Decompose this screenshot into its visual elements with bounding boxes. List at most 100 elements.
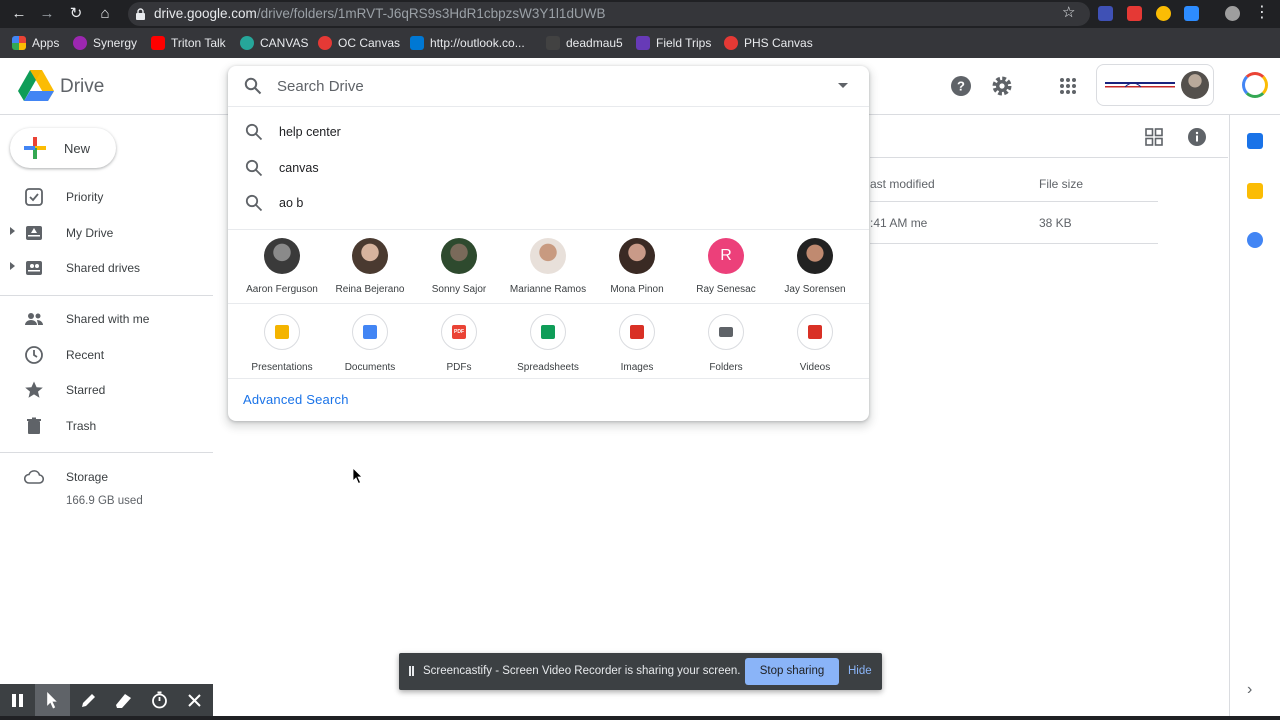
- sidebar-item-storage[interactable]: Storage: [0, 460, 213, 494]
- screen-bottom-edge: [0, 716, 1280, 720]
- file-row-modified[interactable]: :41 AM me: [870, 216, 927, 230]
- filter-presentations[interactable]: Presentations: [238, 312, 326, 373]
- keep-icon[interactable]: [1247, 183, 1263, 199]
- sidebar-item-priority[interactable]: Priority: [0, 180, 213, 214]
- person-chip[interactable]: Marianne Ramos: [504, 236, 592, 298]
- zoom-extension-icon[interactable]: [1184, 6, 1199, 21]
- new-button[interactable]: New: [10, 128, 116, 168]
- profile-avatar-icon[interactable]: [1225, 6, 1240, 21]
- search-bar: [228, 66, 869, 107]
- settings-gear-icon[interactable]: [991, 75, 1013, 97]
- sidebar-item-shared-with-me[interactable]: Shared with me: [0, 302, 213, 336]
- storage-used-text: 166.9 GB used: [66, 495, 143, 507]
- sidebar-item-starred[interactable]: Starred: [0, 373, 213, 407]
- suggestion-item[interactable]: canvas: [228, 151, 869, 185]
- section-divider: [228, 378, 869, 379]
- calendar-icon[interactable]: [1247, 133, 1263, 149]
- home-icon[interactable]: ⌂: [95, 4, 115, 24]
- timer-button[interactable]: [142, 684, 177, 717]
- bookmark-deadmau5[interactable]: deadmau5: [546, 34, 623, 52]
- filter-pdfs[interactable]: PDF PDFs: [415, 312, 503, 373]
- filter-images[interactable]: Images: [593, 312, 681, 373]
- svg-text:?: ?: [957, 79, 965, 94]
- address-bar[interactable]: drive.google.com/drive/folders/1mRVT-J6q…: [128, 2, 1090, 26]
- info-icon[interactable]: [1187, 127, 1207, 147]
- bookmark-field-trips[interactable]: Field Trips: [636, 34, 711, 52]
- sidebar-item-shared-drives[interactable]: Shared drives: [0, 251, 213, 285]
- pause-icon: [12, 694, 23, 707]
- filter-folders[interactable]: Folders: [682, 312, 770, 373]
- sidebar-item-label: Shared with me: [66, 312, 150, 326]
- expand-arrow-icon[interactable]: [10, 227, 15, 235]
- person-chip[interactable]: Reina Bejerano: [326, 236, 414, 298]
- forward-icon[interactable]: →: [37, 4, 57, 24]
- pen-tool-button[interactable]: [71, 684, 106, 717]
- search-icon[interactable]: [244, 77, 262, 95]
- pause-recording-button[interactable]: [0, 684, 35, 717]
- bookmark-apps[interactable]: Apps: [12, 34, 59, 52]
- bookmark-label: OC Canvas: [338, 36, 401, 50]
- hide-button[interactable]: Hide: [848, 665, 872, 677]
- eraser-tool-button[interactable]: [106, 684, 141, 717]
- person-chip[interactable]: Mona Pinon: [593, 236, 681, 298]
- column-header-last-modified[interactable]: ast modified: [870, 177, 935, 191]
- account-switcher[interactable]: [1096, 64, 1214, 106]
- grid-view-icon[interactable]: [1145, 128, 1163, 146]
- search-icon: [245, 123, 263, 141]
- shared-drives-icon: [26, 261, 42, 275]
- sidebar-item-my-drive[interactable]: My Drive: [0, 216, 213, 250]
- expand-arrow-icon[interactable]: [10, 262, 15, 270]
- file-row-size[interactable]: 38 KB: [1039, 216, 1072, 230]
- person-chip[interactable]: Sonny Sajor: [415, 236, 503, 298]
- apps-grid-icon[interactable]: [1057, 75, 1079, 97]
- toolbar-divider: [870, 157, 1228, 158]
- person-chip[interactable]: Jay Sorensen: [771, 236, 859, 298]
- bookmark-star-icon[interactable]: ☆: [1062, 3, 1075, 21]
- person-chip[interactable]: R Ray Senesac: [682, 236, 770, 298]
- apps-icon: [12, 36, 26, 50]
- lock-icon: [136, 8, 145, 20]
- suggestion-item[interactable]: ao b: [228, 186, 869, 220]
- person-chip[interactable]: Aaron Ferguson: [238, 236, 326, 298]
- bookmark-triton-talk[interactable]: Triton Talk: [151, 34, 226, 52]
- file-type-label: Documents: [344, 362, 396, 373]
- expand-panel-icon[interactable]: ›: [1247, 681, 1252, 699]
- table-divider: [870, 201, 1158, 202]
- browser-menu-icon[interactable]: ⋮: [1254, 3, 1270, 23]
- bookmark-label: CANVAS: [260, 36, 309, 50]
- stop-sharing-button[interactable]: Stop sharing: [745, 658, 839, 685]
- sidebar-item-trash[interactable]: Trash: [0, 409, 213, 443]
- column-header-file-size[interactable]: File size: [1039, 177, 1083, 191]
- cursor-tool-button[interactable]: [35, 684, 70, 717]
- my-drive-icon: [26, 226, 42, 240]
- google-one-icon[interactable]: [1242, 72, 1268, 98]
- tasks-icon[interactable]: [1247, 232, 1263, 248]
- bookmark-synergy[interactable]: Synergy: [73, 34, 137, 52]
- slides-icon: [275, 325, 289, 339]
- sidebar-item-recent[interactable]: Recent: [0, 338, 213, 372]
- extension-icon[interactable]: [1127, 6, 1142, 21]
- bookmark-phs-canvas[interactable]: PHS Canvas: [724, 34, 813, 52]
- search-input[interactable]: [277, 74, 817, 98]
- back-icon[interactable]: ←: [9, 4, 29, 24]
- filter-spreadsheets[interactable]: Spreadsheets: [504, 312, 592, 373]
- search-options-chevron-icon[interactable]: [838, 83, 848, 88]
- reload-icon[interactable]: ↻: [66, 4, 86, 24]
- advanced-search-link[interactable]: Advanced Search: [243, 392, 349, 407]
- extension-icon[interactable]: [1098, 6, 1113, 21]
- help-icon[interactable]: ?: [950, 75, 972, 97]
- bookmark-outlook[interactable]: http://outlook.co...: [410, 34, 525, 52]
- sidebar-divider: [0, 295, 213, 296]
- suggestion-item[interactable]: help center: [228, 115, 869, 149]
- bookmark-canvas[interactable]: CANVAS: [240, 34, 308, 52]
- outlook-icon: [410, 36, 424, 50]
- bookmark-label: Apps: [32, 36, 60, 50]
- close-toolbar-button[interactable]: [177, 684, 212, 717]
- filter-videos[interactable]: Videos: [771, 312, 859, 373]
- bookmark-oc-canvas[interactable]: OC Canvas: [318, 34, 400, 52]
- file-type-label: PDFs: [446, 362, 472, 373]
- drive-logo-icon[interactable]: [18, 70, 54, 102]
- extension-icon[interactable]: [1156, 6, 1171, 21]
- filter-documents[interactable]: Documents: [326, 312, 414, 373]
- pen-icon: [82, 694, 95, 707]
